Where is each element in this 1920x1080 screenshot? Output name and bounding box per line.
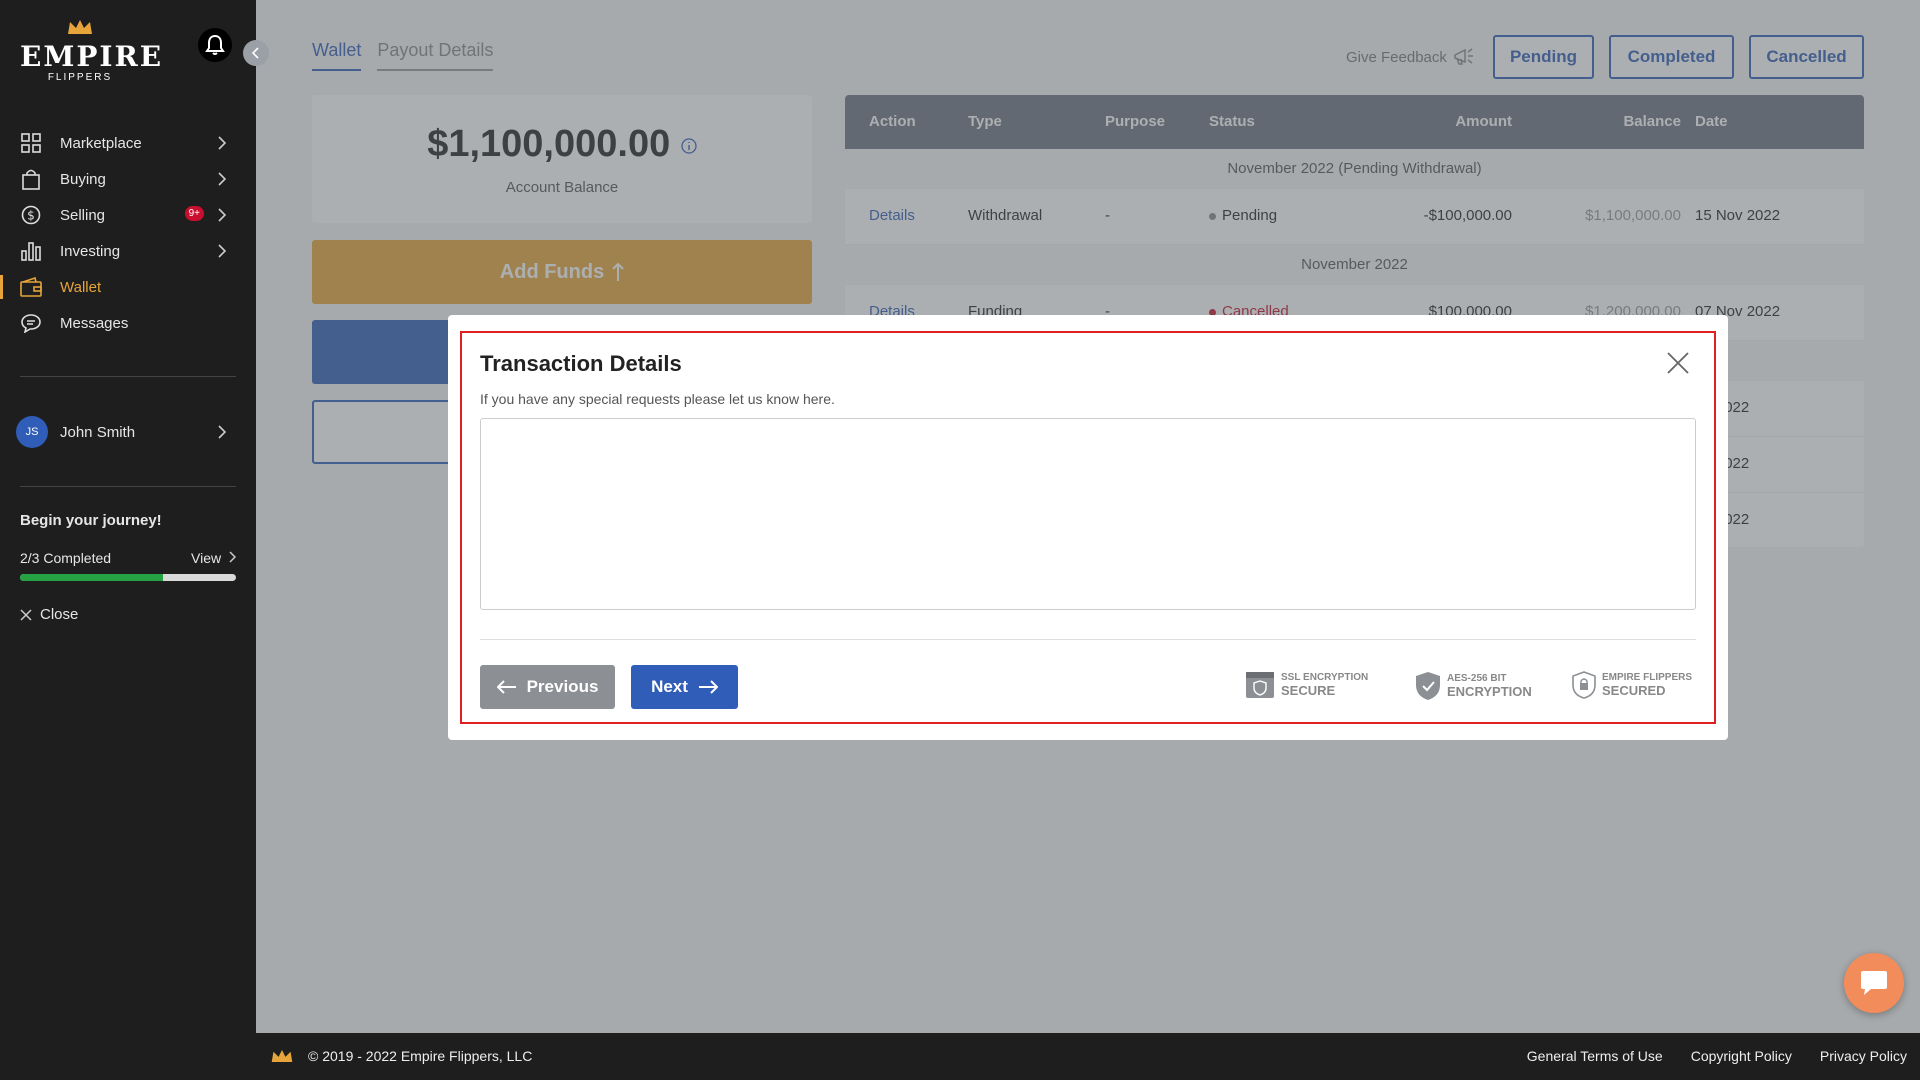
live-chat-button[interactable] xyxy=(1844,953,1904,1013)
aes-encryption-badge: AES-256 BIT ENCRYPTION xyxy=(1415,671,1532,701)
modal-subtitle: If you have any special requests please … xyxy=(480,391,835,407)
chat-icon xyxy=(1861,971,1887,995)
footer-links: General Terms of Use Copyright Policy Pr… xyxy=(1527,1048,1907,1064)
crown-icon xyxy=(271,1050,293,1062)
lock-icon xyxy=(1572,671,1596,699)
footer: © 2019 - 2022 Empire Flippers, LLC Gener… xyxy=(256,1033,1920,1080)
footer-link-copyright[interactable]: Copyright Policy xyxy=(1691,1048,1792,1064)
chevron-left-icon xyxy=(252,47,259,59)
ssl-secure-badge: SSL ENCRYPTION SECURE xyxy=(1245,671,1368,699)
shield-check-icon xyxy=(1416,672,1440,700)
next-button[interactable]: Next xyxy=(631,665,738,709)
modal-divider xyxy=(480,639,1696,640)
special-requests-textarea[interactable] xyxy=(480,418,1696,610)
browser-shield-icon xyxy=(1246,672,1274,698)
footer-link-privacy[interactable]: Privacy Policy xyxy=(1820,1048,1907,1064)
empire-secured-badge: EMPIRE FLIPPERS SECURED xyxy=(1572,671,1692,699)
arrow-left-icon xyxy=(496,680,516,694)
sidebar-collapse-button[interactable] xyxy=(243,40,269,66)
footer-link-terms[interactable]: General Terms of Use xyxy=(1527,1048,1663,1064)
sidebar-shade xyxy=(0,0,256,1080)
arrow-right-icon xyxy=(698,680,718,694)
modal-close-button[interactable] xyxy=(1666,351,1692,377)
previous-button[interactable]: Previous xyxy=(480,665,615,709)
modal-title: Transaction Details xyxy=(480,351,682,376)
close-icon xyxy=(1667,352,1689,374)
footer-copyright: © 2019 - 2022 Empire Flippers, LLC xyxy=(308,1048,533,1064)
transaction-details-modal: Transaction Details If you have any spec… xyxy=(448,315,1728,740)
